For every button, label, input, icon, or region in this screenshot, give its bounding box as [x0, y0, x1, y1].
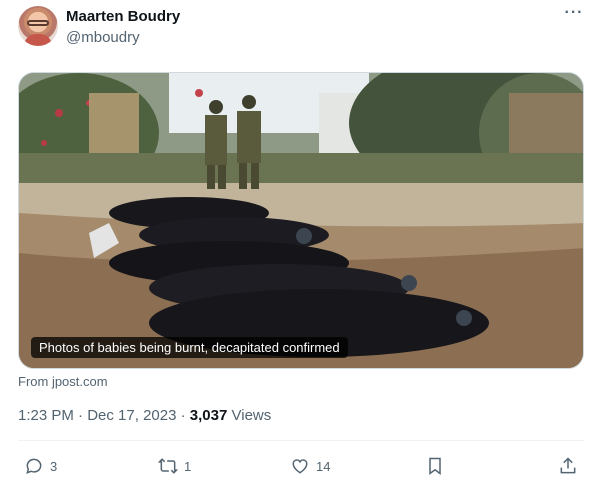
- avatar-glasses: [27, 20, 49, 26]
- action-bar: 3 1 14: [18, 452, 584, 480]
- reply-icon: [26, 458, 42, 474]
- media-photo: [19, 73, 583, 368]
- bookmark-icon: [429, 457, 441, 475]
- share-button[interactable]: [558, 452, 578, 480]
- like-button[interactable]: 14: [290, 452, 330, 480]
- views-label: Views: [231, 407, 272, 424]
- repost-button[interactable]: 1: [158, 452, 191, 480]
- media-caption: Photos of babies being burnt, decapitate…: [31, 337, 348, 358]
- share-icon: [560, 457, 576, 474]
- views-count: 3,037: [189, 407, 228, 424]
- tweet-time[interactable]: 1:23 PM: [18, 407, 74, 424]
- bookmark-button[interactable]: [425, 452, 445, 480]
- tweet: Maarten Boudry @mboudry ··· Photos of ba…: [0, 0, 603, 489]
- avatar-shirt: [24, 34, 52, 46]
- author-handle[interactable]: @mboudry: [66, 29, 140, 46]
- reply-button[interactable]: 3: [24, 452, 57, 480]
- repost-icon: [158, 458, 178, 474]
- source-link[interactable]: From jpost.com: [18, 374, 108, 389]
- meta-separator: ·: [78, 407, 84, 424]
- tweet-date[interactable]: Dec 17, 2023: [87, 407, 176, 424]
- like-count: 14: [316, 458, 331, 474]
- reply-count: 3: [50, 458, 58, 474]
- divider: [18, 440, 584, 441]
- avatar[interactable]: [18, 6, 58, 46]
- like-icon: [292, 459, 308, 474]
- repost-count: 1: [184, 458, 192, 474]
- author-display-name[interactable]: Maarten Boudry: [66, 8, 180, 25]
- meta-separator: ·: [180, 407, 186, 424]
- more-icon[interactable]: ···: [562, 4, 586, 28]
- tweet-meta: 1:23 PM · Dec 17, 2023 · 3,037 Views: [18, 407, 271, 424]
- tweet-media[interactable]: Photos of babies being burnt, decapitate…: [18, 72, 584, 369]
